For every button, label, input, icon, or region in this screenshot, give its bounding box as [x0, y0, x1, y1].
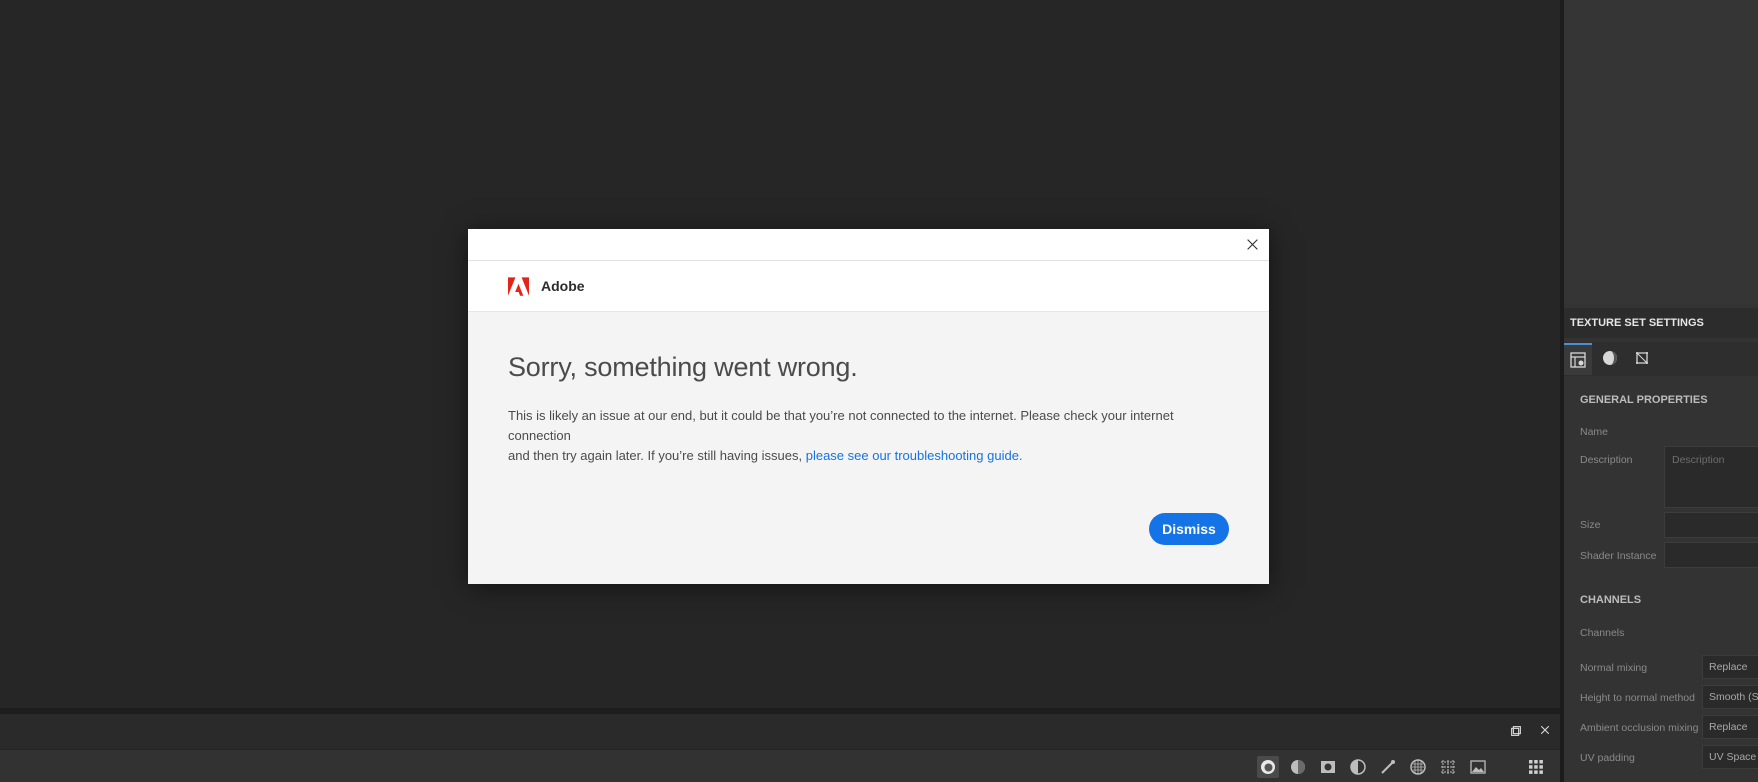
error-dialog: Adobe Sorry, something went wrong. This …	[468, 229, 1269, 584]
normal-mixing-label: Normal mixing	[1580, 662, 1648, 674]
description-field[interactable]: Description	[1664, 446, 1758, 508]
texture-set-settings-body: GENERAL PROPERTIES Name Description Desc…	[1564, 376, 1758, 782]
message-line-2: and then try again later. If you’re stil…	[508, 448, 806, 463]
dialog-brand-bar: Adobe	[468, 261, 1269, 312]
grid-icon[interactable]	[1437, 756, 1459, 778]
contrast-icon[interactable]	[1347, 756, 1369, 778]
close-icon[interactable]	[1242, 234, 1262, 254]
ao-mixing-select[interactable]: Replace	[1702, 715, 1758, 739]
normal-mixing-select[interactable]: Replace	[1702, 655, 1758, 679]
uv-frame-icon[interactable]	[1628, 343, 1656, 373]
uv-padding-value: UV Space N	[1709, 751, 1758, 763]
layer-stack-area	[1564, 0, 1758, 304]
square-mask-icon[interactable]	[1317, 756, 1339, 778]
material-sphere-icon[interactable]	[1257, 756, 1279, 778]
texture-settings-icon[interactable]	[1564, 343, 1592, 375]
ao-mixing-value: Replace	[1709, 721, 1748, 733]
shader-instance-label: Shader Instance	[1580, 550, 1657, 562]
shader-instance-select[interactable]	[1664, 542, 1758, 568]
ao-mixing-label: Ambient occlusion mixing	[1580, 722, 1699, 734]
close-icon[interactable]	[1537, 724, 1553, 740]
adobe-logo-icon	[508, 277, 529, 296]
bottom-panel-bar	[0, 714, 1560, 749]
name-label: Name	[1580, 426, 1609, 438]
uv-padding-select[interactable]: UV Space N	[1702, 745, 1758, 769]
brand-name: Adobe	[541, 278, 585, 294]
panel-tabs	[1564, 342, 1758, 376]
height-to-normal-label: Height to normal method	[1580, 692, 1695, 704]
channels-title: CHANNELS	[1580, 594, 1642, 606]
message-line-1: This is likely an issue at our end, but …	[508, 408, 1174, 443]
brush-icon[interactable]	[1377, 756, 1399, 778]
error-heading: Sorry, something went wrong.	[508, 352, 858, 382]
height-to-normal-select[interactable]: Smooth (S	[1702, 685, 1758, 709]
description-label: Description	[1580, 454, 1633, 466]
viewport-toolbar	[0, 750, 1560, 782]
apps-grid-icon[interactable]	[1525, 756, 1547, 778]
restore-window-icon[interactable]	[1508, 724, 1524, 740]
checker-sphere-icon[interactable]	[1407, 756, 1429, 778]
height-to-normal-value: Smooth (S	[1709, 691, 1758, 703]
error-message: This is likely an issue at our end, but …	[508, 406, 1238, 466]
panel-title: TEXTURE SET SETTINGS	[1570, 317, 1704, 329]
description-placeholder: Description	[1672, 454, 1725, 466]
size-label: Size	[1580, 519, 1601, 531]
dialog-titlebar	[468, 229, 1269, 261]
texture-set-settings-header: TEXTURE SET SETTINGS	[1564, 308, 1758, 338]
size-select[interactable]	[1664, 512, 1758, 538]
right-panel: TEXTURE SET SETTINGS GENERAL PROPERTIES …	[1564, 0, 1758, 782]
dismiss-button[interactable]: Dismiss	[1149, 513, 1229, 545]
general-properties-title: GENERAL PROPERTIES	[1580, 394, 1708, 406]
troubleshooting-link[interactable]: please see our troubleshooting guide.	[806, 448, 1023, 463]
half-sphere-icon[interactable]	[1287, 756, 1309, 778]
image-icon[interactable]	[1467, 756, 1489, 778]
channels-label: Channels	[1580, 627, 1625, 639]
normal-mixing-value: Replace	[1709, 661, 1748, 673]
sphere-icon[interactable]	[1596, 343, 1624, 373]
uv-padding-label: UV padding	[1580, 752, 1635, 764]
